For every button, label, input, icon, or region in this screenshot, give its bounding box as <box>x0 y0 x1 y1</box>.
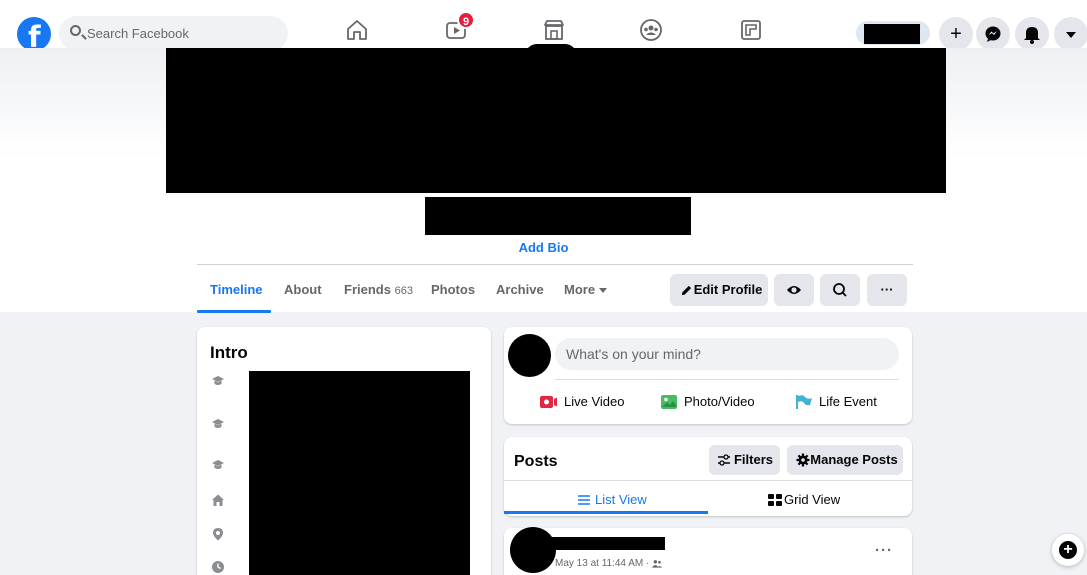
watch-notification-badge: 9 <box>457 11 475 29</box>
home-icon <box>211 493 225 507</box>
composer-divider <box>555 379 899 380</box>
messenger-button[interactable] <box>976 17 1010 51</box>
list-view-tab[interactable]: List View <box>577 491 647 507</box>
tab-photos[interactable]: Photos <box>431 282 475 297</box>
graduation-cap-icon <box>211 417 225 431</box>
grid-icon <box>768 493 782 506</box>
redacted-cover-photo <box>166 48 946 193</box>
create-button[interactable]: + <box>939 17 973 51</box>
post-card: May 13 at 11:44 AM · ··· <box>504 527 912 575</box>
search-box[interactable] <box>59 16 288 51</box>
redacted-profile-name <box>425 197 691 235</box>
post-options-icon[interactable]: ··· <box>875 542 893 559</box>
redacted-profile-picture <box>525 44 577 56</box>
posts-title: Posts <box>514 453 558 470</box>
new-message-button[interactable]: + <box>1052 534 1084 566</box>
flag-icon <box>796 394 812 409</box>
active-tab-indicator <box>197 310 271 313</box>
life-event-button[interactable]: Life Event <box>795 393 877 410</box>
posts-card: Posts Filters Manage Posts List View Gri… <box>504 437 912 516</box>
chevron-down-icon <box>599 288 608 294</box>
more-options-button[interactable]: ··· <box>867 274 907 306</box>
tab-archive[interactable]: Archive <box>496 282 544 297</box>
home-icon[interactable] <box>344 17 370 43</box>
graduation-cap-icon <box>211 458 225 472</box>
tab-friends[interactable]: Friends 663 <box>344 282 413 297</box>
marketplace-icon[interactable] <box>541 17 567 43</box>
tab-about[interactable]: About <box>284 282 322 297</box>
tab-timeline[interactable]: Timeline <box>210 282 263 297</box>
add-bio-link[interactable]: Add Bio <box>0 240 1087 255</box>
location-pin-icon <box>211 527 225 541</box>
bell-icon <box>1024 27 1040 44</box>
friends-count: 663 <box>394 285 413 297</box>
photo-icon <box>661 394 677 409</box>
search-input[interactable] <box>87 23 277 43</box>
photo-video-button[interactable]: Photo/Video <box>660 393 755 410</box>
facebook-logo[interactable]: f <box>17 17 51 54</box>
manage-posts-button[interactable]: Manage Posts <box>787 445 903 475</box>
view-as-button[interactable] <box>774 274 814 306</box>
clock-icon <box>211 560 225 574</box>
create-post-card: Live Video Photo/Video Life Event <box>504 327 912 424</box>
live-video-button[interactable]: Live Video <box>540 393 624 409</box>
edit-profile-button[interactable]: Edit Profile <box>670 274 768 306</box>
groups-icon[interactable] <box>638 17 664 43</box>
messenger-icon <box>985 26 1001 42</box>
live-video-icon <box>540 395 557 408</box>
plus-icon: + <box>950 23 962 45</box>
search-profile-button[interactable] <box>820 274 860 306</box>
intro-title: Intro <box>210 343 248 362</box>
avatar <box>508 334 551 377</box>
caret-down-icon <box>1066 32 1076 38</box>
intro-card: Intro <box>197 327 491 575</box>
filters-button[interactable]: Filters <box>709 445 780 475</box>
grid-view-tab[interactable]: Grid View <box>768 491 840 507</box>
search-icon <box>833 283 847 297</box>
plus-icon: + <box>1059 541 1077 559</box>
post-timestamp[interactable]: May 13 at 11:44 AM · <box>555 558 663 569</box>
redacted-name <box>864 24 920 44</box>
eye-icon <box>787 286 801 294</box>
posts-divider <box>504 480 912 481</box>
redacted-intro-details <box>249 371 470 575</box>
notifications-button[interactable] <box>1015 17 1049 51</box>
more-dots-icon: ··· <box>880 282 894 297</box>
account-menu-button[interactable] <box>1054 17 1087 51</box>
watch-icon[interactable]: 9 <box>444 11 475 43</box>
list-icon <box>578 494 590 505</box>
tab-more[interactable]: More <box>564 282 608 297</box>
tabs-divider <box>197 264 913 265</box>
post-author-avatar <box>510 527 556 573</box>
redacted-post-author <box>552 537 665 550</box>
active-view-indicator <box>504 511 708 514</box>
gaming-icon[interactable] <box>738 17 764 43</box>
search-icon <box>70 25 81 36</box>
create-post-input[interactable] <box>555 338 899 370</box>
graduation-cap-icon <box>211 374 225 388</box>
friends-audience-icon <box>652 560 663 568</box>
